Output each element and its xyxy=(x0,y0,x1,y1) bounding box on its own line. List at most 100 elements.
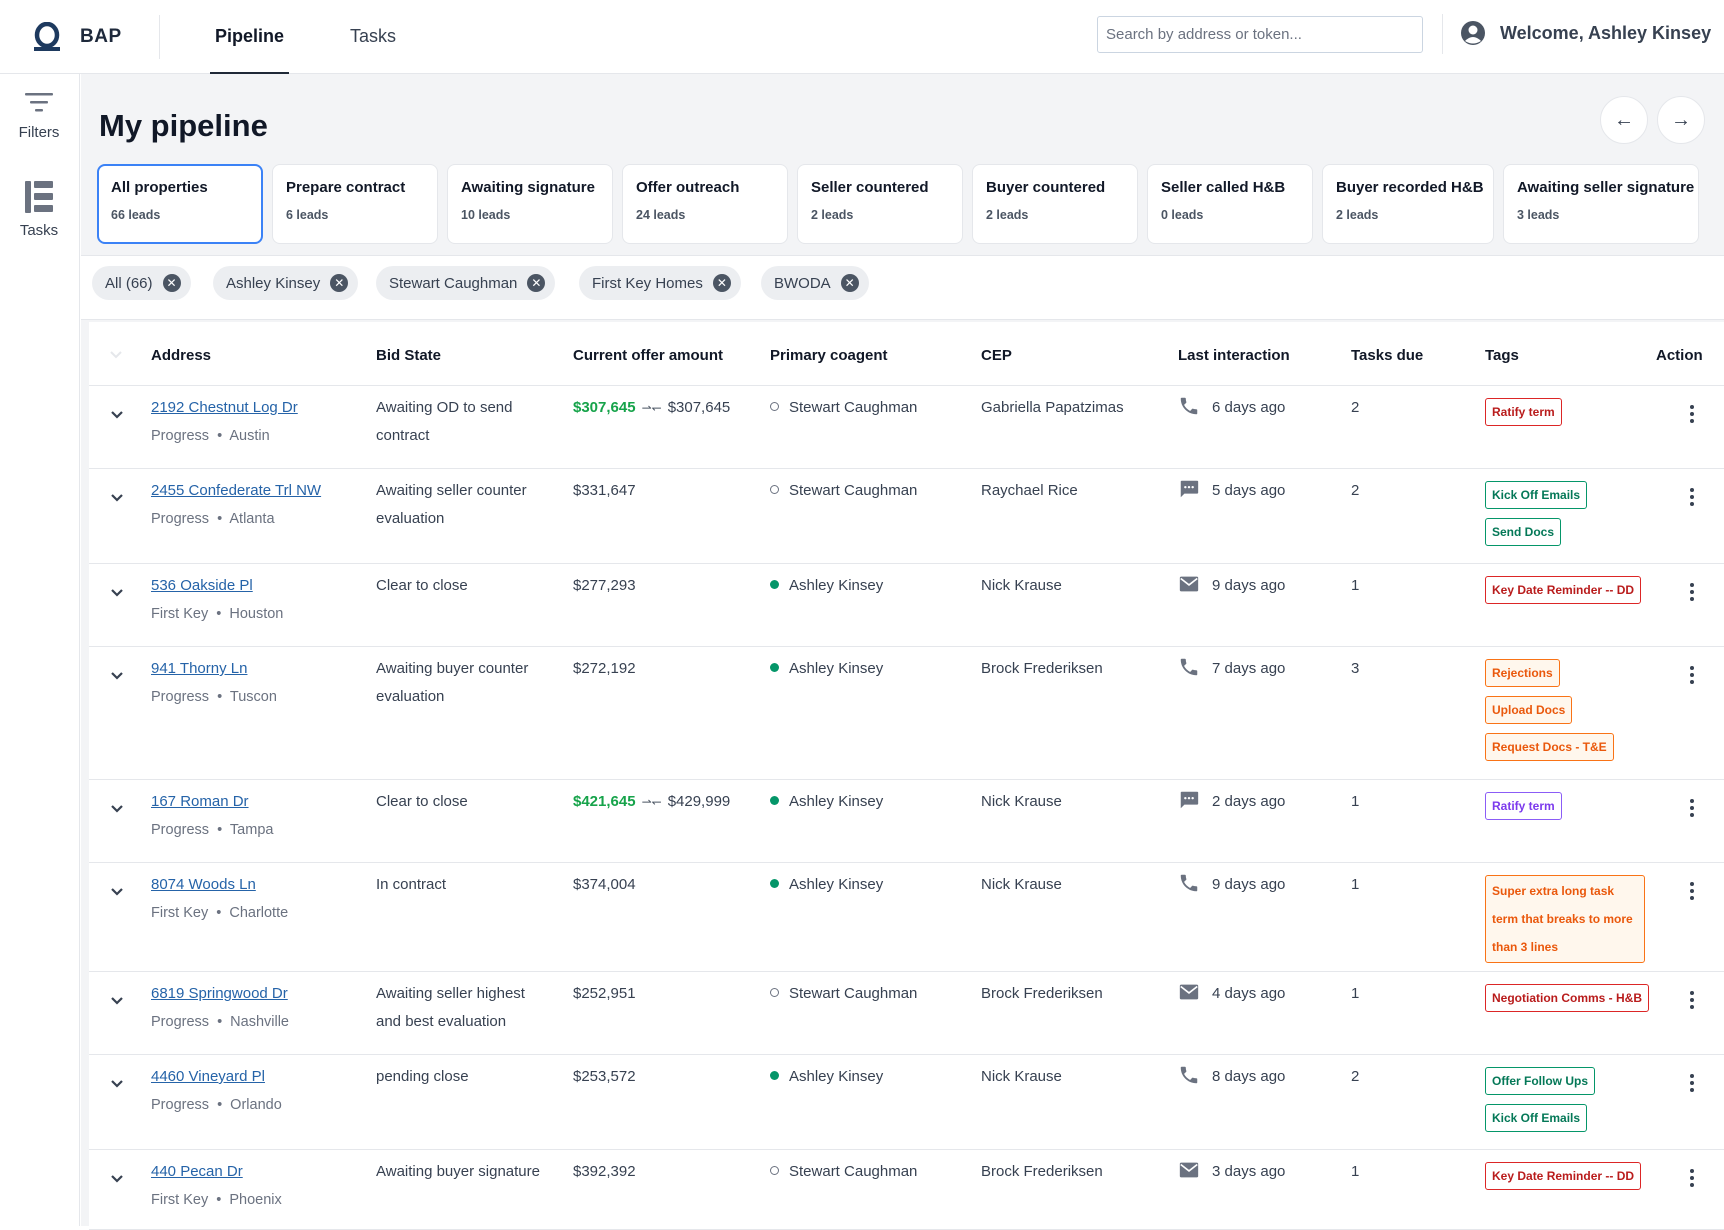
sidebar-item-label: Filters xyxy=(18,124,60,141)
expand-row-button[interactable] xyxy=(105,879,129,903)
column-header[interactable]: CEP xyxy=(981,347,1012,364)
phone-icon xyxy=(1180,1066,1198,1084)
tag-badge[interactable]: Key Date Reminder -- DD xyxy=(1485,1162,1642,1190)
chevron-down-icon xyxy=(111,1079,123,1088)
address-link[interactable]: 536 Oakside Pl xyxy=(151,572,361,600)
expand-row-button[interactable] xyxy=(105,485,129,509)
column-header[interactable]: Address xyxy=(151,347,211,364)
address-link[interactable]: 440 Pecan Dr xyxy=(151,1158,361,1186)
tag-badge[interactable]: Rejections xyxy=(1485,659,1560,687)
bid-state: Awaiting OD to send contract xyxy=(376,399,513,444)
stage-tab[interactable]: Buyer countered 2 leads xyxy=(972,164,1138,244)
expand-row-button[interactable] xyxy=(105,988,129,1012)
address-link[interactable]: 2192 Chestnut Log Dr xyxy=(151,394,361,422)
stage-tab[interactable]: Seller countered 2 leads xyxy=(797,164,963,244)
close-icon[interactable]: ✕ xyxy=(527,274,546,292)
tag-badge[interactable]: Request Docs - T&E xyxy=(1485,733,1614,761)
expand-row-button[interactable] xyxy=(105,402,129,426)
next-button[interactable]: → xyxy=(1657,96,1705,144)
program-city: First Key • Charlotte xyxy=(151,905,289,921)
offer-cell: $421,645 ⇀↽ $429,999 xyxy=(573,788,763,816)
tag-badge[interactable]: Super extra long task term that breaks t… xyxy=(1485,875,1645,963)
stage-tab[interactable]: Buyer recorded H&B 2 leads xyxy=(1322,164,1494,244)
stage-tab[interactable]: Awaiting signature 10 leads xyxy=(447,164,613,244)
address-link[interactable]: 167 Roman Dr xyxy=(151,788,361,816)
tag-badge[interactable]: Key Date Reminder -- DD xyxy=(1485,576,1642,604)
close-icon[interactable]: ✕ xyxy=(162,274,181,292)
bid-state: Awaiting buyer signature xyxy=(376,1163,540,1180)
column-header[interactable]: Current offer amount xyxy=(573,347,723,364)
page-title: My pipeline xyxy=(99,108,268,143)
more-actions-icon[interactable] xyxy=(1682,1071,1702,1095)
expand-row-button[interactable] xyxy=(105,1071,129,1095)
expand-row-button[interactable] xyxy=(105,796,129,820)
close-icon[interactable]: ✕ xyxy=(840,274,859,292)
more-actions-icon[interactable] xyxy=(1682,485,1702,509)
address-cell: 2192 Chestnut Log Dr Progress • Austin xyxy=(151,394,361,450)
close-icon[interactable]: ✕ xyxy=(330,274,349,292)
sidebar-item-tasks[interactable]: Tasks xyxy=(0,180,78,239)
mail-icon xyxy=(1179,984,1199,1000)
more-actions-icon[interactable] xyxy=(1682,580,1702,604)
user-menu[interactable]: Welcome, Ashley Kinsey xyxy=(1460,20,1711,46)
tags-cell: Kick Off Emails Send Docs xyxy=(1485,481,1675,555)
tag-badge[interactable]: Send Docs xyxy=(1485,518,1562,546)
more-actions-icon[interactable] xyxy=(1682,663,1702,687)
address-link[interactable]: 941 Thorny Ln xyxy=(151,655,361,683)
address-link[interactable]: 8074 Woods Ln xyxy=(151,871,361,899)
phone-icon xyxy=(1180,874,1198,892)
filter-chip[interactable]: First Key Homes ✕ xyxy=(579,266,741,300)
stage-tab[interactable]: Prepare contract 6 leads xyxy=(272,164,438,244)
table-row: 167 Roman Dr Progress • Tampa Clear to clo… xyxy=(89,780,1724,863)
prev-button[interactable]: ← xyxy=(1600,96,1648,144)
tag-badge[interactable]: Negotiation Comms - H&B xyxy=(1485,984,1649,1012)
filter-chip[interactable]: BWODA ✕ xyxy=(761,266,869,300)
expand-row-button[interactable] xyxy=(105,1166,129,1190)
address-link[interactable]: 4460 Vineyard Pl xyxy=(151,1063,361,1091)
expand-row-button[interactable] xyxy=(105,663,129,687)
filter-chip[interactable]: All (66) ✕ xyxy=(92,266,191,300)
search-input[interactable] xyxy=(1097,16,1423,53)
chevron-down-icon[interactable] xyxy=(109,350,123,360)
column-header[interactable]: Tags xyxy=(1485,347,1519,364)
expand-row-button[interactable] xyxy=(105,580,129,604)
stage-tab[interactable]: Awaiting seller signature 3 leads xyxy=(1503,164,1699,244)
last-interaction: 4 days ago xyxy=(1178,980,1348,1008)
sidebar: Filters Tasks xyxy=(0,74,80,1226)
address-link[interactable]: 6819 Springwood Dr xyxy=(151,980,361,1008)
filter-chip[interactable]: Ashley Kinsey ✕ xyxy=(213,266,359,300)
more-actions-icon[interactable] xyxy=(1682,796,1702,820)
column-header[interactable]: Tasks due xyxy=(1351,347,1423,364)
table-row: 8074 Woods Ln First Key • Charlotte In con… xyxy=(89,863,1724,972)
brand-name: BAP xyxy=(80,25,122,47)
column-header[interactable]: Bid State xyxy=(376,347,441,364)
sidebar-item-filters[interactable]: Filters xyxy=(0,90,78,141)
welcome-text: Welcome, Ashley Kinsey xyxy=(1500,22,1712,43)
tab-pipeline[interactable]: Pipeline xyxy=(210,0,290,74)
close-icon[interactable]: ✕ xyxy=(712,274,731,292)
column-header[interactable]: Last interaction xyxy=(1178,347,1290,364)
more-actions-icon[interactable] xyxy=(1682,402,1702,426)
chevron-down-icon xyxy=(111,588,123,597)
status-dot xyxy=(770,485,779,494)
column-header[interactable]: Primary coagent xyxy=(770,347,888,364)
more-actions-icon[interactable] xyxy=(1682,1166,1702,1190)
column-header[interactable]: Action xyxy=(1656,347,1703,364)
tag-badge[interactable]: Upload Docs xyxy=(1485,696,1573,724)
address-link[interactable]: 2455 Confederate Trl NW xyxy=(151,477,361,505)
tag-badge[interactable]: Ratify term xyxy=(1485,398,1562,426)
brand[interactable]: BAP xyxy=(0,14,160,59)
tag-badge[interactable]: Offer Follow Ups xyxy=(1485,1067,1595,1095)
tag-badge[interactable]: Ratify term xyxy=(1485,792,1562,820)
chevron-down-icon xyxy=(111,1174,123,1183)
stage-tab[interactable]: Seller called H&B 0 leads xyxy=(1147,164,1313,244)
tab-tasks[interactable]: Tasks xyxy=(345,0,401,73)
tag-badge[interactable]: Kick Off Emails xyxy=(1485,481,1588,509)
bid-state: In contract xyxy=(376,876,447,893)
stage-tab[interactable]: All properties 66 leads xyxy=(97,164,263,244)
more-actions-icon[interactable] xyxy=(1682,879,1702,903)
filter-chip[interactable]: Stewart Caughman ✕ xyxy=(376,266,556,300)
more-actions-icon[interactable] xyxy=(1682,988,1702,1012)
stage-tab[interactable]: Offer outreach 24 leads xyxy=(622,164,788,244)
tag-badge[interactable]: Kick Off Emails xyxy=(1485,1104,1588,1132)
